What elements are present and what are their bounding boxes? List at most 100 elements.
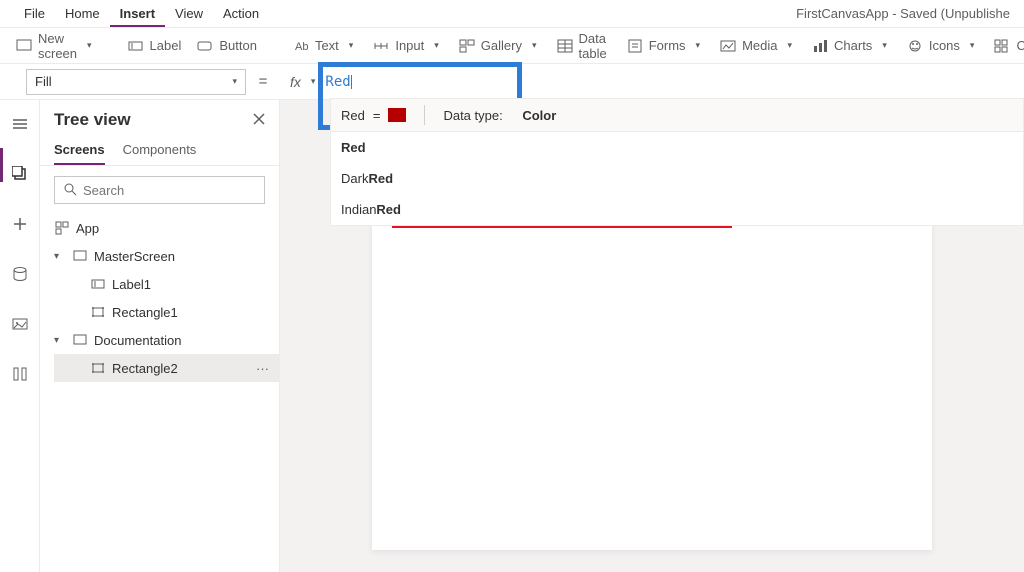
text-icon: Ab <box>293 38 309 54</box>
ribbon: New screen ▾ Label Button Ab Text ▾ Input… <box>0 28 1024 64</box>
screen-icon <box>16 38 32 54</box>
screen-frame[interactable] <box>372 210 932 550</box>
chevron-down-icon: ▾ <box>970 40 975 51</box>
rectangle-icon <box>90 304 106 320</box>
chevron-down-icon[interactable]: ▾ <box>54 335 66 346</box>
tree-view-icon[interactable] <box>6 160 34 188</box>
formula-suggestions: Red = Data type: Color Red DarkRed India… <box>330 98 1024 226</box>
suggest-item[interactable]: Red <box>331 132 1023 163</box>
label-icon <box>90 276 106 292</box>
input-dropdown[interactable]: Input ▾ <box>365 32 446 60</box>
menu-insert[interactable]: Insert <box>110 6 165 27</box>
icons-dropdown[interactable]: Icons▾ <box>899 32 983 60</box>
data-type-label: Data type: <box>443 108 502 123</box>
rectangle-icon <box>90 360 106 376</box>
search-icon <box>63 182 77 199</box>
screen-icon <box>72 332 88 348</box>
gallery-label: Gallery <box>481 38 522 53</box>
charts-dropdown[interactable]: Charts▾ <box>804 32 895 60</box>
panel-title: Tree view <box>54 110 253 130</box>
media-rail-icon[interactable] <box>6 310 34 338</box>
screen-icon <box>72 248 88 264</box>
text-caret <box>351 75 352 89</box>
custom-label: Custom <box>1016 38 1024 53</box>
forms-label: Forms <box>649 38 686 53</box>
equals-sign: = <box>246 73 280 90</box>
chevron-down-icon: ▾ <box>532 40 537 51</box>
property-value: Fill <box>35 74 52 89</box>
chevron-down-icon: ▾ <box>434 40 439 51</box>
formula-bar: Fill ▾ = fx ▾ Red <box>0 64 1024 100</box>
tree-label: Documentation <box>94 333 181 348</box>
media-dropdown[interactable]: Media ▾ <box>712 32 800 60</box>
suggest-preview: Red = Data type: Color <box>330 98 1024 132</box>
panel-tabs: Screens Components <box>40 136 279 166</box>
button-icon <box>197 38 213 54</box>
tree-item-label1[interactable]: Label1 <box>54 270 279 298</box>
new-screen-button[interactable]: New screen ▾ <box>8 32 100 60</box>
suggest-item[interactable]: IndianRed <box>331 194 1023 225</box>
tree-label: Rectangle1 <box>112 305 178 320</box>
hamburger-icon[interactable] <box>6 110 34 138</box>
preview-name: Red <box>341 108 365 123</box>
forms-icon <box>627 38 643 54</box>
formula-input[interactable]: Red <box>315 69 1024 95</box>
app-icon <box>54 220 70 236</box>
chevron-down-icon: ▾ <box>349 40 354 51</box>
left-rail <box>0 100 40 572</box>
media-label: Media <box>742 38 777 53</box>
menu-view[interactable]: View <box>165 6 213 21</box>
icons-icon <box>907 38 923 54</box>
custom-button[interactable]: Custom <box>986 32 1024 60</box>
data-type-value: Color <box>522 108 556 123</box>
rail-accent <box>0 148 3 182</box>
tree-item-app[interactable]: App <box>54 214 279 242</box>
tree-item-rectangle2[interactable]: Rectangle2 ··· <box>54 354 279 382</box>
chevron-down-icon: ▾ <box>87 40 92 51</box>
charts-label: Charts <box>834 38 872 53</box>
media-icon <box>720 38 736 54</box>
search-field[interactable] <box>83 183 259 198</box>
chevron-down-icon: ▾ <box>696 40 701 51</box>
data-table-button[interactable]: Data table <box>549 32 615 60</box>
property-select[interactable]: Fill ▾ <box>26 69 246 95</box>
suggest-item[interactable]: DarkRed <box>331 163 1023 194</box>
input-label: Input <box>395 38 424 53</box>
menu-home[interactable]: Home <box>55 6 110 21</box>
menu-bar: File Home Insert View Action FirstCanvas… <box>0 0 1024 28</box>
tree-item-documentation[interactable]: ▾ Documentation <box>54 326 279 354</box>
tree-label: MasterScreen <box>94 249 175 264</box>
tree: App ▾ MasterScreen Label1 Rectangle1 ▾ D… <box>40 214 279 382</box>
insert-icon[interactable] <box>6 210 34 238</box>
close-icon[interactable] <box>253 113 265 128</box>
label-icon <box>128 38 144 54</box>
menu-action[interactable]: Action <box>213 6 269 21</box>
chevron-down-icon[interactable]: ▾ <box>54 251 66 262</box>
label-button[interactable]: Label <box>120 32 190 60</box>
charts-icon <box>812 38 828 54</box>
tools-icon[interactable] <box>6 360 34 388</box>
menu-file[interactable]: File <box>14 6 55 21</box>
text-label: Text <box>315 38 339 53</box>
suggest-list: Red DarkRed IndianRed <box>330 132 1024 226</box>
gallery-dropdown[interactable]: Gallery ▾ <box>451 32 545 60</box>
tab-screens[interactable]: Screens <box>54 136 105 165</box>
color-swatch <box>388 108 406 122</box>
data-icon[interactable] <box>6 260 34 288</box>
button-button[interactable]: Button <box>189 32 265 60</box>
chevron-down-icon: ▾ <box>787 40 792 51</box>
new-screen-label: New screen <box>38 31 77 61</box>
tree-item-masterscreen[interactable]: ▾ MasterScreen <box>54 242 279 270</box>
separator <box>424 105 425 125</box>
tab-components[interactable]: Components <box>123 136 197 165</box>
tree-item-rectangle1[interactable]: Rectangle1 <box>54 298 279 326</box>
more-icon[interactable]: ··· <box>256 361 269 376</box>
custom-icon <box>994 38 1010 54</box>
forms-dropdown[interactable]: Forms ▾ <box>619 32 708 60</box>
text-dropdown[interactable]: Ab Text ▾ <box>285 32 361 60</box>
table-icon <box>557 38 573 54</box>
button-text: Button <box>219 38 257 53</box>
search-input[interactable] <box>54 176 265 204</box>
tree-label: Label1 <box>112 277 151 292</box>
tree-label: Rectangle2 <box>112 361 178 376</box>
